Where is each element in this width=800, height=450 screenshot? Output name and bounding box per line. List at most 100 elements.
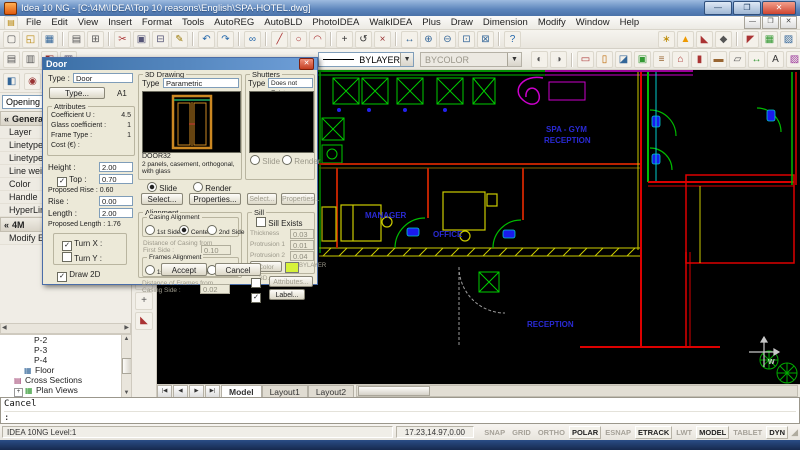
top-field[interactable]: 0.70 (99, 174, 133, 184)
tree-item-floor[interactable]: ▦Floor (0, 365, 121, 375)
casing-2nd-side-radio[interactable]: 2nd Side (207, 225, 244, 236)
menu-modify[interactable]: Modify (533, 17, 571, 28)
tree-item-p-2[interactable]: P-2 (0, 335, 121, 345)
attributes-checkbox[interactable] (251, 278, 261, 289)
beam-icon[interactable]: ▬ (710, 51, 727, 68)
render-icon[interactable]: ∗ (658, 31, 675, 48)
scroll-up-icon[interactable]: ▲ (124, 336, 130, 342)
menu-window[interactable]: Window (571, 17, 615, 28)
menu-view[interactable]: View (73, 17, 103, 28)
menu-walkidea[interactable]: WalkIDEA (364, 17, 417, 28)
format-painter-icon[interactable]: ✎ (171, 31, 188, 48)
rise-field[interactable]: 0.00 (99, 196, 133, 206)
wall-icon[interactable]: ▭ (577, 51, 594, 68)
status-toggle-model[interactable]: MODEL (696, 426, 729, 439)
tree-expander-icon[interactable]: + (14, 388, 23, 397)
scroll-right-icon[interactable]: ▶ (124, 324, 129, 333)
status-toggle-polar[interactable]: POLAR (569, 426, 601, 439)
3d-type-combo[interactable]: Parametric (163, 78, 239, 88)
menu-autoreg[interactable]: AutoREG (209, 17, 259, 28)
paste-icon[interactable]: ⊟ (152, 31, 169, 48)
move-icon[interactable]: + (336, 31, 353, 48)
status-toggle-lwt[interactable]: LWT (673, 426, 695, 439)
menu-dimension[interactable]: Dimension (478, 17, 533, 28)
arc-icon[interactable]: ◠ (309, 31, 326, 48)
slope-icon[interactable]: ◣ (696, 31, 713, 48)
select-button[interactable]: Select... (141, 193, 183, 205)
opening-icon[interactable]: ▣ (634, 51, 651, 68)
menu-insert[interactable]: Insert (103, 17, 137, 28)
command-prompt[interactable]: : (4, 411, 796, 423)
tab-layout1[interactable]: Layout1 (262, 385, 308, 398)
erase-icon[interactable]: × (374, 31, 391, 48)
snapshot-icon[interactable]: ◉ (24, 73, 41, 90)
radio-icon[interactable] (147, 182, 157, 192)
status-toggle-dyn[interactable]: DYN (766, 426, 788, 439)
checkbox-icon[interactable] (251, 278, 261, 288)
height-field[interactable]: 2.00 (99, 162, 133, 172)
checkbox-icon[interactable]: ✓ (57, 272, 67, 282)
close-button[interactable]: ✕ (762, 1, 796, 15)
draw-2d-checkbox[interactable]: ✓ Draw 2D (57, 270, 100, 282)
tree-item-p-4[interactable]: P-4 (0, 355, 121, 365)
linetype-combo[interactable]: BYLAYER ▼ (318, 52, 414, 67)
scroll-thumb[interactable] (358, 386, 430, 396)
scroll-thumb[interactable] (122, 358, 132, 374)
menu-photoidea[interactable]: PhotoIDEA (307, 17, 364, 28)
sill-exists-checkbox[interactable]: Sill Exists (256, 217, 302, 228)
help-icon[interactable]: ? (504, 31, 521, 48)
hyperlink-icon[interactable]: ∞ (244, 31, 261, 48)
status-toggle-grid[interactable]: GRID (509, 426, 534, 439)
turn-x-checkbox[interactable]: ✓ Turn X : (62, 239, 102, 251)
menu-draw[interactable]: Draw (446, 17, 478, 28)
status-toggle-snap[interactable]: SNAP (481, 426, 508, 439)
open-icon[interactable]: ◱ (22, 31, 39, 48)
window-tool-icon[interactable]: ◪ (615, 51, 632, 68)
block-icon[interactable]: ◆ (715, 31, 732, 48)
command-line[interactable]: Cancel : (0, 397, 800, 424)
checkbox-icon[interactable] (62, 252, 72, 262)
rotate-icon[interactable]: ↺ (355, 31, 372, 48)
canvas-hscrollbar[interactable] (356, 385, 798, 397)
slope-icon[interactable]: ◣ (135, 312, 153, 330)
cut-icon[interactable]: ✂ (114, 31, 131, 48)
print-preview-icon[interactable]: ⊞ (87, 31, 104, 48)
dimension-icon[interactable]: ↔ (748, 51, 765, 68)
status-toggle-etrack[interactable]: ETRACK (635, 426, 672, 439)
zoom-extents-icon[interactable]: ⊠ (477, 31, 494, 48)
stairs-icon[interactable]: ≡ (653, 51, 670, 68)
menu-autobld[interactable]: AutoBLD (259, 17, 307, 28)
line-icon[interactable]: ╱ (271, 31, 288, 48)
circle-icon[interactable]: ○ (290, 31, 307, 48)
sheet-nav-button[interactable]: |◀ (157, 385, 172, 398)
scroll-down-icon[interactable]: ▼ (124, 390, 130, 396)
zoom-out-icon[interactable]: ⊖ (439, 31, 456, 48)
tree-item-p-3[interactable]: P-3 (0, 345, 121, 355)
checkbox-icon[interactable]: ✓ (251, 293, 261, 303)
shade-icon[interactable]: ◐ (531, 51, 548, 68)
menu-plus[interactable]: Plus (417, 17, 445, 28)
radio-icon[interactable] (207, 225, 217, 235)
redo-icon[interactable]: ↷ (217, 31, 234, 48)
flag-icon[interactable]: ◤ (742, 31, 759, 48)
undo-icon[interactable]: ↶ (198, 31, 215, 48)
radio-icon[interactable] (145, 265, 155, 275)
menu-tools[interactable]: Tools (177, 17, 209, 28)
column-icon[interactable]: ▮ (691, 51, 708, 68)
radio-icon[interactable] (179, 225, 189, 235)
cancel-button[interactable]: Cancel (215, 263, 261, 276)
casing-1st-side-radio[interactable]: 1st Side (145, 225, 180, 236)
restore-button[interactable]: ❐ (733, 1, 761, 15)
resize-grip[interactable]: ◢ (791, 427, 798, 438)
slab-icon[interactable]: ▱ (729, 51, 746, 68)
turn-y-checkbox[interactable]: Turn Y : (62, 252, 102, 263)
pan-icon[interactable]: ↔ (401, 31, 418, 48)
render-radio[interactable]: Render (193, 182, 231, 193)
copy-icon[interactable]: ▣ (133, 31, 150, 48)
menu-format[interactable]: Format (137, 17, 177, 28)
mdi-minimize-button[interactable]: — (744, 16, 761, 29)
radio-icon[interactable] (193, 182, 203, 192)
sheet-nav-button[interactable]: ◀ (173, 385, 188, 398)
properties-icon[interactable]: ▤ (3, 51, 20, 68)
door-tool-icon[interactable]: ▯ (596, 51, 613, 68)
